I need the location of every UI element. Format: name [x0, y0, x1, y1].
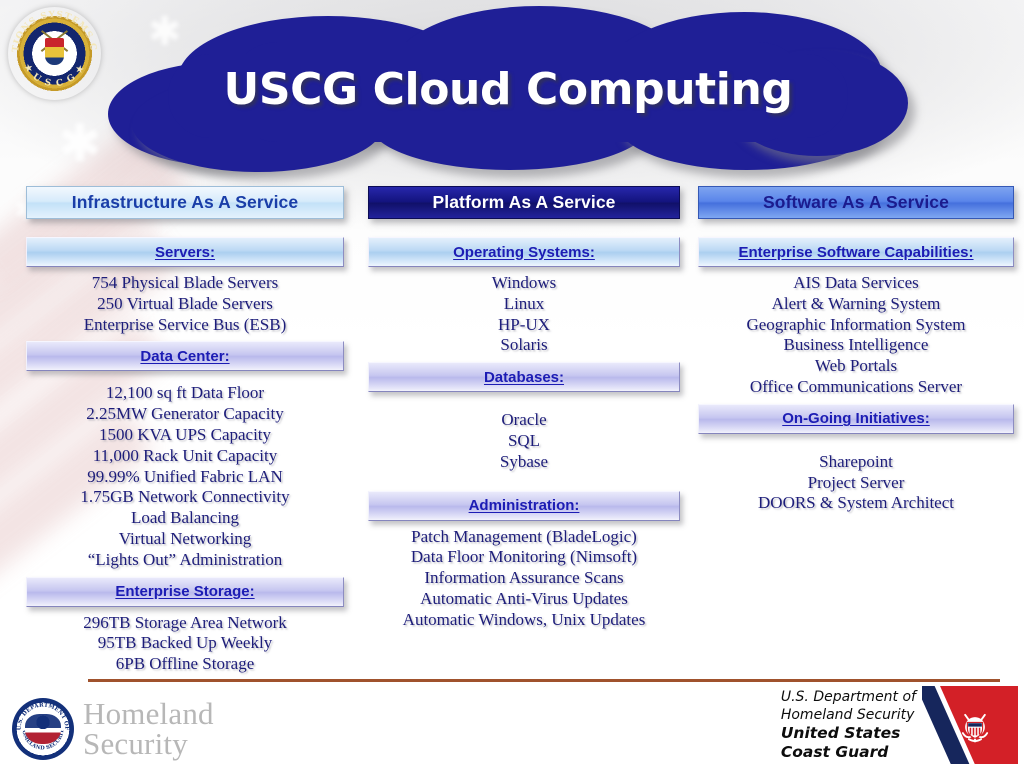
list-item: 1500 KVA UPS Capacity	[98, 424, 272, 444]
list-item: 1.75GB Network Connectivity	[80, 487, 290, 507]
tier-header-iaas[interactable]: Infrastructure As A Service	[26, 186, 344, 219]
section-header-enterprise-storage[interactable]: Enterprise Storage:	[26, 576, 344, 607]
list-item: Web Portals	[814, 356, 898, 376]
list-item: 99.99% Unified Fabric LAN	[87, 466, 283, 486]
list-item: HP-UX	[498, 314, 550, 334]
list-item: Data Floor Monitoring (Nimsoft)	[410, 547, 638, 567]
list-item: Project Server	[807, 472, 905, 492]
list-item: Business Intelligence	[783, 335, 929, 355]
list-item: 754 Physical Blade Servers	[91, 273, 279, 292]
list-item: Enterprise Service Bus (ESB)	[83, 314, 287, 334]
list-on-going-initiatives: Sharepoint Project Server DOORS & System…	[698, 452, 1014, 514]
list-item: 6PB Offline Storage	[115, 654, 255, 674]
list-item: Information Assurance Scans	[424, 568, 624, 588]
list-item: Oracle	[501, 410, 547, 430]
list-item: “Lights Out” Administration	[87, 549, 283, 569]
list-servers: 754 Physical Blade Servers 250 Virtual B…	[26, 273, 344, 335]
list-item: Office Communications Server	[749, 376, 963, 396]
section-header-databases[interactable]: Databases:	[368, 362, 680, 393]
list-item: Linux	[503, 293, 545, 313]
dhs-wordmark: Homeland Security	[83, 696, 214, 761]
list-item: AIS Data Services	[793, 273, 919, 292]
list-item: Solaris	[500, 335, 548, 355]
coast-guard-shield-anchor-icon	[954, 708, 996, 746]
uscg-line-1: U.S. Department of	[780, 689, 916, 705]
dhs-wordmark-line-1: Homeland	[83, 696, 214, 731]
section-header-data-center[interactable]: Data Center:	[26, 341, 344, 372]
list-enterprise-software-capabilities: AIS Data Services Alert & Warning System…	[698, 273, 1014, 398]
slide-canvas: ✱ ✱ ✱ OPERATIONS SYSTEMS CENTER ★ U S C …	[0, 0, 1024, 768]
uscg-line-3: United States	[780, 724, 901, 742]
list-item: Geographic Information System	[746, 314, 966, 334]
list-item: Automatic Windows, Unix Updates	[402, 609, 646, 629]
list-item: 250 Virtual Blade Servers	[97, 293, 273, 313]
list-item: Load Balancing	[130, 508, 240, 528]
seal-crest-icon	[34, 30, 75, 75]
list-operating-systems: Windows Linux HP-UX Solaris	[368, 273, 680, 356]
service-tier-columns: Infrastructure As A Service Servers: 754…	[0, 186, 1024, 676]
title-cloud-banner: USCG Cloud Computing	[108, 2, 908, 172]
list-item: 12,100 sq ft Data Floor	[105, 383, 265, 403]
list-item: SQL	[507, 430, 541, 450]
page-title: USCG Cloud Computing	[223, 64, 793, 115]
section-header-enterprise-software-capabilities[interactable]: Enterprise Software Capabilities:	[698, 237, 1014, 267]
list-item: 95TB Backed Up Weekly	[97, 633, 273, 653]
list-item: Sharepoint	[819, 451, 893, 471]
uscg-line-2: Homeland Security	[780, 706, 915, 723]
list-item: Automatic Anti-Virus Updates	[420, 588, 628, 608]
list-item: Sybase	[499, 451, 549, 471]
list-administration: Patch Management (BladeLogic) Data Floor…	[368, 527, 680, 631]
column-platform-as-a-service: Platform As A Service Operating Systems:…	[368, 186, 680, 631]
uscg-line-4: Coast Guard	[780, 743, 889, 761]
uscg-racing-stripe-icon	[922, 686, 1018, 764]
dhs-wordmark-line-2: Security	[83, 726, 188, 761]
dhs-seal-icon: U.S. DEPARTMENT OF HOMELAND SECURITY	[12, 698, 74, 760]
column-infrastructure-as-a-service: Infrastructure As A Service Servers: 754…	[26, 186, 344, 675]
column-software-as-a-service: Software As A Service Enterprise Softwar…	[698, 186, 1014, 514]
list-item: Patch Management (BladeLogic)	[411, 526, 637, 546]
uscg-wordmark: U.S. Department of Homeland Security Uni…	[781, 686, 916, 762]
list-item: DOORS & System Architect	[758, 493, 954, 513]
operations-systems-center-seal-icon: OPERATIONS SYSTEMS CENTER ★ U S C G ★	[8, 7, 101, 100]
list-data-center: 12,100 sq ft Data Floor 2.25MW Generator…	[26, 383, 344, 570]
list-item: Alert & Warning System	[771, 293, 941, 313]
tier-header-paas[interactable]: Platform As A Service	[368, 186, 680, 219]
footer-divider	[88, 679, 1000, 682]
list-item: 11,000 Rack Unit Capacity	[92, 445, 278, 465]
section-header-operating-systems[interactable]: Operating Systems:	[368, 237, 680, 267]
section-header-administration[interactable]: Administration:	[368, 490, 680, 521]
section-header-on-going-initiatives[interactable]: On-Going Initiatives:	[698, 403, 1014, 434]
section-header-servers[interactable]: Servers:	[26, 237, 344, 267]
list-item: 2.25MW Generator Capacity	[86, 404, 284, 424]
list-enterprise-storage: 296TB Storage Area Network 95TB Backed U…	[26, 613, 344, 675]
list-databases: Oracle SQL Sybase	[368, 410, 680, 472]
uscg-branding: U.S. Department of Homeland Security Uni…	[781, 686, 1018, 764]
dhs-branding: U.S. DEPARTMENT OF HOMELAND SECURITY Hom…	[12, 698, 214, 760]
dhs-eagle-icon	[25, 714, 61, 744]
list-item: 296TB Storage Area Network	[83, 612, 287, 632]
list-item: Virtual Networking	[118, 528, 252, 548]
list-item: Windows	[491, 273, 557, 292]
tier-header-saas[interactable]: Software As A Service	[698, 186, 1014, 219]
